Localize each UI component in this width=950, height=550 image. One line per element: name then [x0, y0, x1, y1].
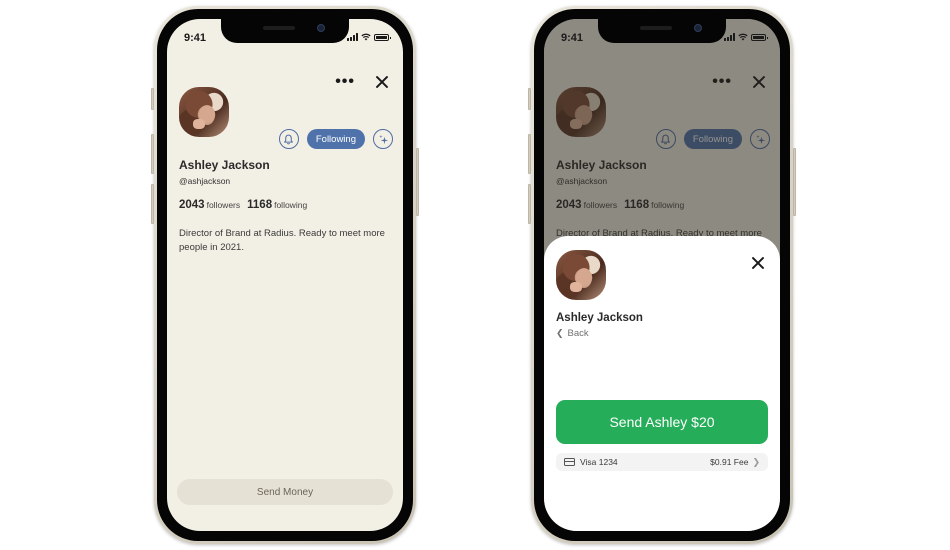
bell-icon	[284, 134, 294, 144]
followers-label: followers	[206, 200, 241, 210]
following-label: following	[274, 200, 308, 210]
camera	[694, 24, 702, 32]
status-icons	[724, 33, 768, 41]
mute-switch	[151, 88, 154, 110]
speaker	[263, 26, 295, 30]
following-count: 1168	[247, 199, 273, 211]
notch	[598, 19, 726, 43]
signal-icon	[347, 33, 358, 41]
volume-up-button	[151, 134, 154, 174]
status-icons	[347, 33, 391, 41]
back-label: Back	[567, 328, 589, 339]
profile-stats: 2043followers 1168following	[179, 199, 307, 211]
chevron-left-icon: ❮	[556, 328, 564, 338]
profile-actions: Following	[278, 129, 393, 149]
power-button	[793, 148, 796, 216]
payment-method: Visa 1234	[580, 457, 618, 467]
battery-icon	[374, 33, 391, 41]
following-stat[interactable]: 1168 following	[247, 199, 307, 211]
top-actions: •••	[335, 74, 389, 90]
phone-send-sheet: 9:41 •••	[528, 6, 796, 544]
fee-label: $0.91 Fee	[710, 457, 749, 467]
send-money-button[interactable]: Send Money	[177, 479, 393, 505]
speaker	[640, 26, 672, 30]
volume-down-button	[151, 184, 154, 224]
close-icon[interactable]	[375, 75, 389, 89]
profile-bio: Director of Brand at Radius. Ready to me…	[179, 228, 385, 253]
battery-icon	[751, 33, 768, 41]
volume-up-button	[528, 134, 531, 174]
profile-handle: @ashjackson	[179, 176, 231, 186]
wifi-icon	[738, 33, 748, 41]
profile-screen: 9:41 ••• Following Ashley Jackson @ashja…	[167, 19, 403, 531]
avatar[interactable]	[179, 87, 229, 137]
sparkle-icon	[378, 134, 388, 144]
send-amount-button[interactable]: Send Ashley $20	[556, 400, 768, 444]
mute-switch	[528, 88, 531, 110]
chevron-right-icon: ❯	[752, 456, 760, 467]
profile-name: Ashley Jackson	[179, 158, 270, 172]
sheet-close-icon[interactable]	[751, 256, 765, 270]
volume-down-button	[528, 184, 531, 224]
wifi-icon	[361, 33, 371, 41]
notify-button[interactable]	[278, 129, 299, 149]
send-screen: 9:41 •••	[544, 19, 780, 531]
signal-icon	[724, 33, 735, 41]
followers-stat[interactable]: 2043 followers	[179, 199, 240, 211]
payment-method-row[interactable]: Visa 1234 $0.91 Fee ❯	[556, 453, 768, 471]
camera	[317, 24, 325, 32]
recipient-avatar	[556, 250, 606, 300]
bezel: 9:41 •••	[157, 9, 413, 541]
recipient-name: Ashley Jackson	[556, 312, 643, 324]
phone-profile: 9:41 ••• Following Ashley Jackson @ashja…	[151, 6, 419, 544]
sparkle-button[interactable]	[373, 129, 393, 149]
status-time: 9:41	[184, 32, 207, 44]
bezel: 9:41 •••	[534, 9, 790, 541]
more-horizontal-icon[interactable]: •••	[335, 74, 355, 90]
back-button[interactable]: ❮ Back	[556, 328, 589, 339]
status-time: 9:41	[561, 32, 584, 44]
followers-count: 2043	[179, 199, 205, 211]
credit-card-icon	[564, 458, 575, 466]
send-money-sheet: Ashley Jackson ❮ Back Send Ashley $20 Vi…	[544, 236, 780, 531]
notch	[221, 19, 349, 43]
power-button	[416, 148, 419, 216]
following-button[interactable]: Following	[306, 129, 365, 149]
